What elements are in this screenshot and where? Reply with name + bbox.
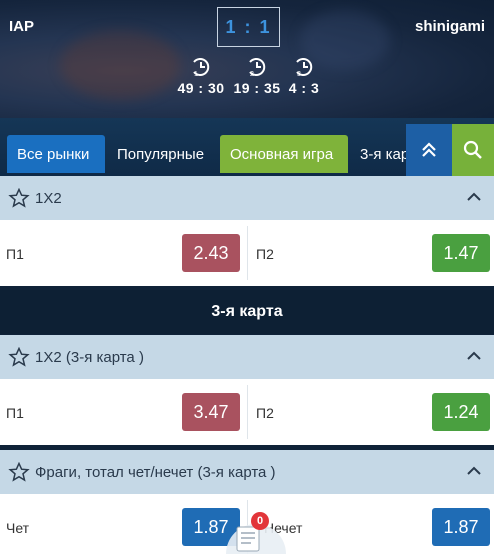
market-header-frags-parity[interactable]: Фраги, тотал чет/нечет (3-я карта ) [0,450,494,494]
tab-all-markets[interactable]: Все рынки [7,135,105,173]
map-3-score: 3 4 : 3 [274,57,334,96]
odd-label-right: П2 [256,405,274,421]
odd-button-right[interactable]: 1.24 [432,393,490,431]
map-timer-icon: 2 [249,58,266,77]
chevron-up-icon [467,466,481,475]
team-left-name: IAP [9,18,35,35]
match-score: 1 : 1 [217,7,280,47]
chevron-up-icon [467,351,481,360]
odd-button-left[interactable]: 3.47 [182,393,240,431]
section-title: 3-я карта [0,290,494,334]
svg-text:2: 2 [250,71,254,77]
odd-button-right[interactable]: 1.47 [432,234,490,272]
odds-row: П1 3.47 П2 1.24 [0,379,494,445]
odd-label-right: П2 [256,246,274,262]
star-icon [8,347,30,367]
odd-button-left[interactable]: 2.43 [182,234,240,272]
market-title: 1X2 (3-я карта ) [35,348,144,366]
market-header-1x2[interactable]: 1X2 [0,176,494,220]
divider [247,385,248,439]
search-button[interactable] [452,124,494,176]
odd-button-right[interactable]: 1.87 [432,508,490,546]
odd-label-left: П1 [6,246,24,262]
tab-popular[interactable]: Популярные [107,135,217,173]
team-right-name: shinigami [414,18,485,35]
odds-row: П1 2.43 П2 1.47 [0,220,494,286]
scroll-tabs-button[interactable] [406,124,452,176]
star-icon [8,188,30,208]
svg-text:3: 3 [297,71,301,77]
map-1-score: 1 49 : 30 [171,57,231,96]
map-timer-icon: 3 [296,58,313,77]
match-header: IAP shinigami 1 : 1 1 49 : 30 2 19 : 35 … [0,0,494,118]
odd-label-left: Чет [6,520,30,536]
tab-map-3[interactable]: 3-я карта [350,135,406,173]
tab-main-game[interactable]: Основная игра [220,135,348,173]
star-icon [8,462,30,482]
market-title: Фраги, тотал чет/нечет (3-я карта ) [35,463,276,481]
svg-text:1: 1 [194,71,198,77]
divider [247,226,248,280]
odd-label-left: П1 [6,405,24,421]
chevron-up-icon [467,192,481,201]
market-header-1x2-map3[interactable]: 1X2 (3-я карта ) [0,335,494,379]
map-timer-icon: 1 [193,58,210,77]
coupon-count-badge: 0 [251,512,269,530]
search-icon [463,140,482,159]
market-title: 1X2 [35,189,62,207]
double-chevron-up-icon [422,142,436,157]
